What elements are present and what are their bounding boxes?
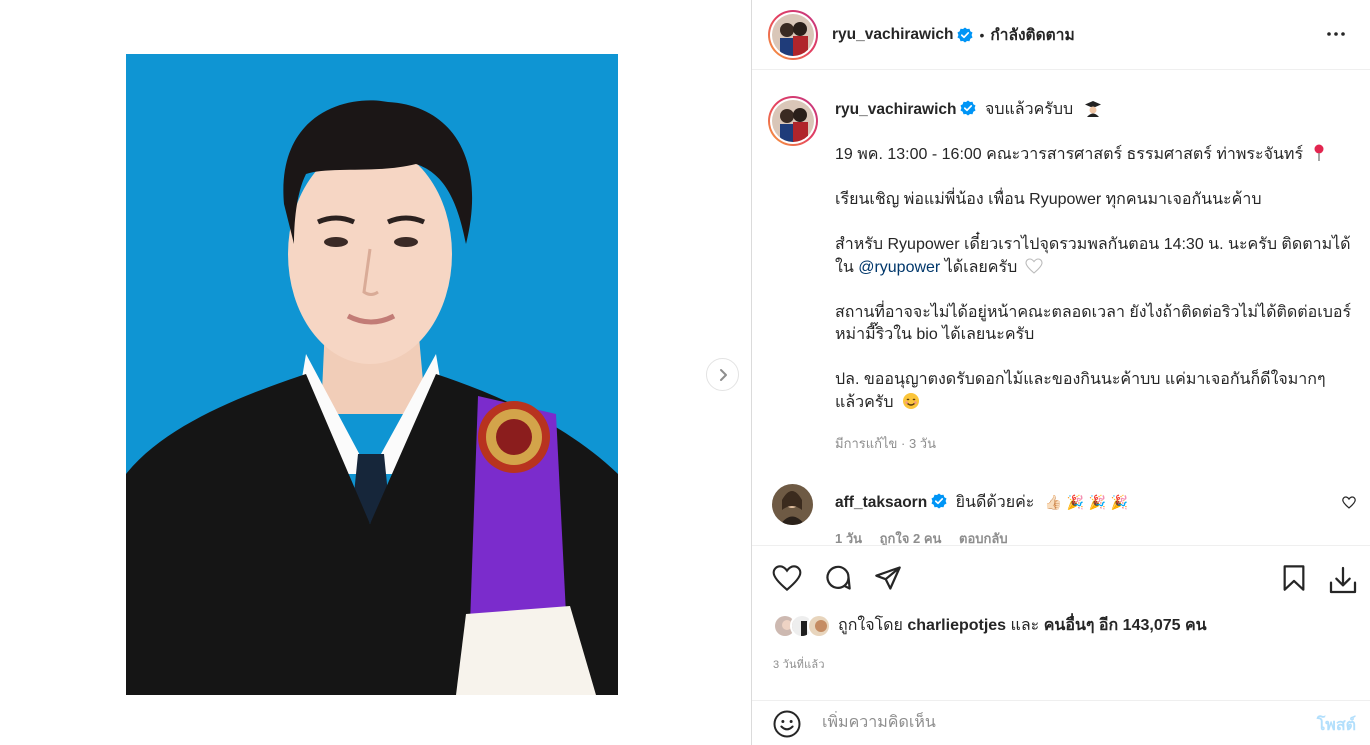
likes-joiner: และ [1010, 617, 1040, 634]
portrait-image [126, 54, 618, 695]
avatar-image [772, 13, 814, 56]
white-heart-emoji-icon [1025, 257, 1043, 274]
commenter-avatar[interactable] [772, 484, 813, 525]
caption-username[interactable]: ryu_vachirawich [835, 101, 956, 118]
comment-item: aff_taksaorn ยินดีด้วยค่ะ 👍🏻 🎉 🎉 🎉 1 วัน… [772, 484, 1362, 545]
comment-composer: โพสต์ [752, 700, 1370, 745]
post-photo[interactable] [126, 54, 618, 695]
post-side-panel: ryu_vachirawich • กำลังติดตาม ryu_vachir… [752, 0, 1370, 745]
download-icon [1329, 566, 1357, 594]
smiley-icon [773, 710, 801, 738]
graduate-emoji-icon [1084, 101, 1101, 117]
likes-others[interactable]: คนอื่นๆ อีก 143,075 คน [1044, 617, 1207, 634]
caption-line-invite: เรียนเชิญ พ่อแม่พี่น้อง เพื่อน Ryupower … [835, 191, 1262, 208]
caption-author-avatar[interactable] [768, 96, 818, 146]
likes-user[interactable]: charliepotjes [907, 617, 1006, 634]
paper-plane-icon [875, 566, 901, 590]
comment-bubble-icon [826, 565, 851, 590]
pushpin-emoji-icon [1314, 144, 1324, 161]
caption-line-location: สถานที่อาจจะไม่ได้อยู่หน้าคณะตลอดเวลา ยั… [835, 303, 1352, 344]
emoji-picker-button[interactable] [772, 709, 802, 744]
more-horizontal-icon [1327, 32, 1345, 36]
likes-text[interactable]: ถูกใจโดย charliepotjes และ คนอื่นๆ อีก 1… [838, 613, 1207, 638]
author-username[interactable]: ryu_vachirawich [832, 26, 953, 44]
caption-line-meetup-end: ได้เลยครับ [944, 258, 1018, 276]
author-avatar[interactable] [768, 9, 818, 60]
download-button[interactable] [1327, 564, 1359, 601]
following-button[interactable]: กำลังติดตาม [990, 22, 1074, 47]
comment-meta: 1 วัน ถูกใจ 2 คน ตอบกลับ [835, 528, 1022, 545]
post-date[interactable]: 3 วันที่แล้ว [773, 655, 825, 673]
save-button[interactable] [1280, 564, 1308, 597]
mention-link[interactable]: @ryupower [858, 259, 940, 276]
comment-time: 1 วัน [835, 531, 863, 545]
comment-like-button[interactable] [1342, 496, 1356, 514]
comment-body: ยินดีด้วยค่ะ [955, 494, 1035, 511]
caption-edited-meta: มีการแก้ไข · 3 วัน [835, 435, 936, 451]
likes-summary: ถูกใจโดย charliepotjes และ คนอื่นๆ อีก 1… [773, 613, 1207, 638]
comment-emojis: 👍🏻 🎉 🎉 🎉 [1044, 495, 1128, 511]
header-separator: • [979, 26, 985, 43]
commenter-username[interactable]: aff_taksaorn [835, 494, 927, 511]
post-header: ryu_vachirawich • กำลังติดตาม [752, 0, 1370, 70]
heart-outline-icon [1342, 496, 1356, 509]
next-photo-button[interactable] [706, 358, 739, 391]
liker-avatar [807, 613, 831, 638]
more-options-button[interactable] [1324, 22, 1348, 51]
avatar-image [772, 484, 813, 525]
verified-badge-icon [960, 100, 976, 116]
caption-first-line: จบแล้วครับบ [984, 101, 1074, 118]
avatar-image [772, 100, 814, 142]
smiling-face-emoji-icon [903, 392, 920, 409]
comment-reply-button[interactable]: ตอบกลับ [959, 531, 1008, 545]
verified-badge-icon [931, 493, 947, 509]
likes-prefix: ถูกใจโดย [838, 617, 903, 634]
caption-line-event: 19 พค. 13:00 - 16:00 คณะวารสารศาสตร์ ธรร… [835, 146, 1304, 163]
comment-button[interactable] [824, 564, 852, 597]
media-pane [0, 0, 752, 745]
action-bar [752, 545, 1370, 609]
post-comment-button[interactable]: โพสต์ [1317, 713, 1356, 738]
avatar-image [809, 615, 829, 636]
verified-badge-icon [957, 27, 973, 42]
comment-like-count[interactable]: ถูกใจ 2 คน [880, 531, 942, 545]
chevron-right-icon [719, 368, 727, 381]
comments-scroll-area[interactable]: ryu_vachirawich จบแล้วครับบ 19 พค. 13:00… [752, 71, 1370, 545]
comment-input[interactable] [822, 711, 1282, 735]
heart-outline-icon [772, 565, 802, 592]
share-button[interactable] [874, 564, 902, 597]
caption: ryu_vachirawich จบแล้วครับบ 19 พค. 13:00… [835, 99, 1355, 455]
comment-text: aff_taksaorn ยินดีด้วยค่ะ 👍🏻 🎉 🎉 🎉 [835, 490, 1128, 515]
bookmark-icon [1283, 565, 1305, 591]
like-button[interactable] [772, 564, 802, 597]
